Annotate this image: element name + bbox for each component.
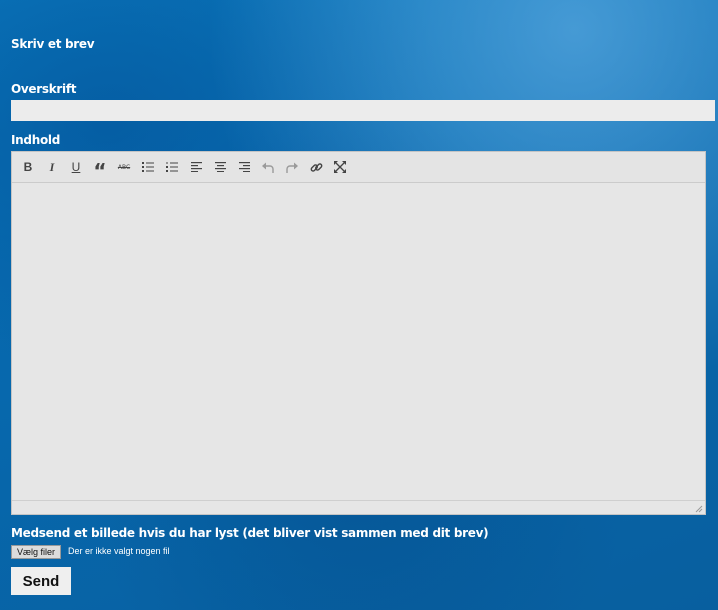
bold-button[interactable]: B [16,155,40,179]
redo-icon [286,162,298,173]
content-label: Indhold [11,133,60,147]
undo-icon [262,162,274,173]
fullscreen-icon [334,161,346,173]
subject-label: Overskrift [11,82,77,96]
link-button[interactable] [304,155,328,179]
attachment-label: Medsend et billede hvis du har lyst (det… [11,526,489,540]
align-left-button[interactable] [184,155,208,179]
numbered-list-icon [166,162,178,172]
quote-icon: “ [93,158,107,183]
bullet-list-button[interactable] [136,155,160,179]
form-title: Skriv et brev [11,37,95,51]
editor-statusbar [12,500,705,514]
subject-input[interactable] [11,100,715,121]
redo-button[interactable] [280,155,304,179]
numbered-list-button[interactable] [160,155,184,179]
align-right-button[interactable] [232,155,256,179]
link-icon [310,162,322,172]
align-left-icon [190,162,202,172]
choose-file-button[interactable]: Vælg filer [11,545,62,559]
rich-text-editor: B I U “ ABC [11,151,706,515]
bold-icon: B [23,160,33,174]
file-status-text: Der er ikke valgt nogen fil [68,546,170,556]
strikethrough-button[interactable]: ABC [112,155,136,179]
strikethrough-icon: ABC [117,163,131,171]
send-button[interactable]: Send [11,567,71,595]
italic-icon: I [49,159,55,174]
align-center-button[interactable] [208,155,232,179]
align-center-icon [214,162,226,172]
italic-button[interactable]: I [40,155,64,179]
resize-handle-icon[interactable] [693,503,703,513]
align-right-icon [238,162,250,172]
bullet-list-icon [142,162,154,172]
editor-content-area[interactable] [12,183,705,500]
undo-button[interactable] [256,155,280,179]
underline-icon: U [71,160,81,174]
editor-toolbar: B I U “ ABC [12,152,705,183]
blockquote-button[interactable]: “ [88,155,112,183]
underline-button[interactable]: U [64,155,88,179]
fullscreen-button[interactable] [328,155,352,179]
